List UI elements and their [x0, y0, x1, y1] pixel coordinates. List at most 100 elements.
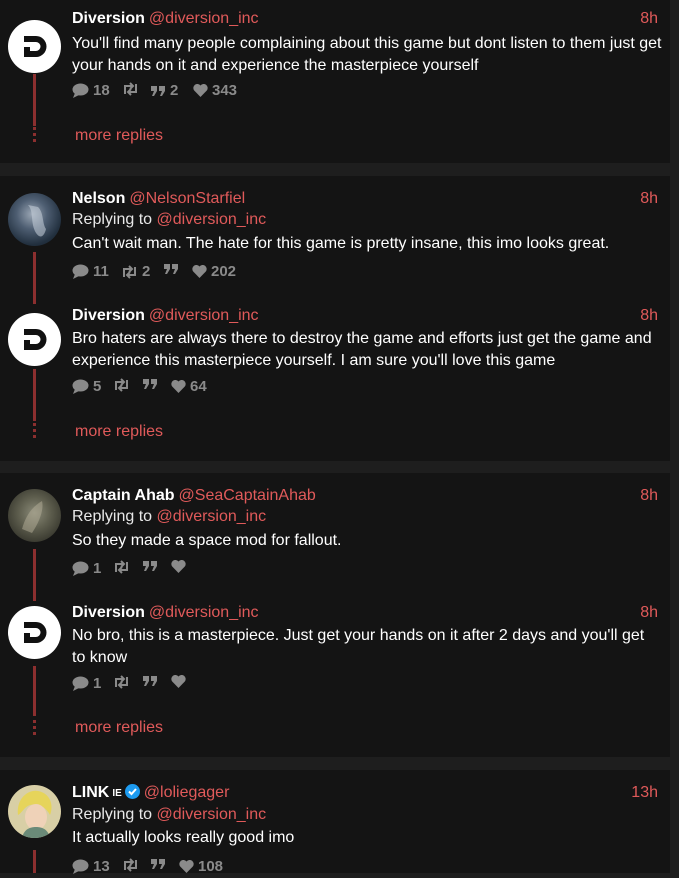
author-name[interactable]: Diversion: [72, 10, 145, 27]
thread-dots: [33, 127, 36, 145]
like-count: 108: [198, 858, 224, 875]
post-1[interactable]: Diversion @diversion_inc 8h You'll find m…: [0, 9, 670, 126]
heart-icon: [193, 84, 208, 97]
like-button[interactable]: 108: [179, 858, 223, 875]
replying-handle[interactable]: @diversion_inc: [157, 211, 267, 228]
heart-icon: [192, 265, 207, 278]
avatar[interactable]: [8, 313, 61, 366]
repost-count: 2: [142, 263, 151, 280]
repost-button[interactable]: [113, 378, 134, 392]
post-4[interactable]: Captain Ahab @SeaCaptainAhab 8h Replying …: [0, 486, 670, 601]
thread-line: [33, 369, 36, 421]
reply-button[interactable]: 11: [72, 263, 109, 280]
author-name[interactable]: LINK: [72, 784, 109, 801]
verified-icon: [124, 784, 140, 799]
author-handle[interactable]: @NelsonStarfiel: [129, 190, 245, 207]
post-time[interactable]: 8h: [640, 486, 658, 506]
more-replies-link[interactable]: more replies: [75, 127, 163, 145]
quote-button[interactable]: 2: [150, 82, 178, 99]
more-replies-link[interactable]: more replies: [75, 719, 163, 737]
thread-card-2: Nelson @NelsonStarfiel 8h Replying to @di…: [0, 176, 670, 461]
repost-icon: [115, 560, 128, 574]
author-handle[interactable]: @diversion_inc: [149, 10, 259, 27]
thread-card-4: LINK IE @loliegager 13h Replying to @diver…: [0, 770, 670, 875]
reply-icon: [72, 83, 89, 98]
quote-icon: [143, 379, 157, 389]
avatar[interactable]: [8, 606, 61, 659]
author-name[interactable]: Nelson: [72, 190, 125, 207]
reply-button[interactable]: 5: [72, 378, 101, 395]
thread-line: [33, 850, 36, 873]
thread-line: [33, 549, 36, 601]
repost-button[interactable]: [113, 560, 134, 574]
quote-icon: [143, 561, 157, 571]
avatar-image-icon: [22, 501, 43, 533]
avatar-image-icon: [28, 205, 46, 237]
post-2[interactable]: Nelson @NelsonStarfiel 8h Replying to @di…: [0, 189, 670, 304]
repost-icon: [124, 82, 137, 96]
author-handle[interactable]: @diversion_inc: [149, 604, 259, 621]
replying-label: Replying to: [72, 806, 153, 823]
post-time[interactable]: 8h: [640, 189, 658, 209]
heart-icon: [171, 560, 186, 573]
author-name[interactable]: Diversion: [72, 604, 145, 621]
repost-button[interactable]: [122, 82, 143, 96]
like-button[interactable]: [171, 560, 190, 573]
reply-count: 1: [93, 560, 102, 577]
reply-icon: [72, 561, 89, 576]
more-replies-link[interactable]: more replies: [75, 423, 163, 441]
post-3[interactable]: Diversion @diversion_inc 8h Bro haters ar…: [0, 306, 670, 421]
avatar[interactable]: [8, 785, 61, 838]
quote-count: 2: [170, 82, 179, 99]
post-text: Bro haters are always there to destroy t…: [72, 330, 652, 369]
author-handle[interactable]: @loliegager: [144, 784, 230, 801]
repost-button[interactable]: 2: [121, 263, 150, 280]
thread-card-3: Captain Ahab @SeaCaptainAhab 8h Replying …: [0, 473, 670, 757]
post-5[interactable]: Diversion @diversion_inc 8h No bro, this …: [0, 603, 670, 716]
author-handle[interactable]: @diversion_inc: [149, 307, 259, 324]
repost-icon: [115, 675, 128, 689]
reply-button[interactable]: 1: [72, 675, 101, 692]
like-button[interactable]: [171, 675, 190, 688]
replying-label: Replying to: [72, 508, 153, 525]
replying-handle[interactable]: @diversion_inc: [157, 806, 267, 823]
reply-count: 1: [93, 675, 102, 692]
quote-icon: [151, 85, 165, 96]
like-button[interactable]: 64: [171, 378, 207, 395]
quote-button[interactable]: [142, 378, 162, 390]
post-time[interactable]: 8h: [640, 306, 658, 326]
avatar[interactable]: [8, 489, 61, 542]
flag-badge: IE: [112, 788, 122, 799]
like-button[interactable]: 202: [192, 263, 236, 280]
like-button[interactable]: 343: [193, 82, 237, 99]
post-time[interactable]: 8h: [640, 9, 658, 29]
avatar[interactable]: [8, 193, 61, 246]
post-time[interactable]: 13h: [631, 783, 658, 803]
post-6[interactable]: LINK IE @loliegager 13h Replying to @diver…: [0, 783, 670, 875]
reply-button[interactable]: 18: [72, 82, 110, 99]
reply-button[interactable]: 1: [72, 560, 101, 577]
author-name[interactable]: Diversion: [72, 307, 145, 324]
quote-icon: [151, 859, 165, 869]
post-text: Can't wait man. The hate for this game i…: [72, 235, 610, 252]
author-handle[interactable]: @SeaCaptainAhab: [179, 487, 316, 504]
reply-icon: [72, 859, 89, 874]
quote-button[interactable]: [142, 675, 162, 687]
reply-button[interactable]: 13: [72, 858, 110, 875]
repost-button[interactable]: [122, 858, 143, 872]
quote-button[interactable]: [142, 560, 162, 572]
quote-button[interactable]: [163, 263, 183, 275]
replying-to: Replying to @diversion_inc: [72, 210, 266, 230]
replying-label: Replying to: [72, 211, 153, 228]
post-time[interactable]: 8h: [640, 603, 658, 623]
author-name[interactable]: Captain Ahab: [72, 487, 175, 504]
diversion-logo-icon: [24, 622, 47, 643]
repost-button[interactable]: [113, 675, 134, 689]
reply-count: 5: [93, 378, 102, 395]
post-header: Diversion @diversion_inc: [72, 9, 259, 29]
quote-icon: [143, 676, 157, 686]
replying-handle[interactable]: @diversion_inc: [157, 508, 267, 525]
avatar[interactable]: [8, 20, 61, 73]
reply-icon: [72, 379, 89, 394]
quote-button[interactable]: [150, 858, 170, 870]
